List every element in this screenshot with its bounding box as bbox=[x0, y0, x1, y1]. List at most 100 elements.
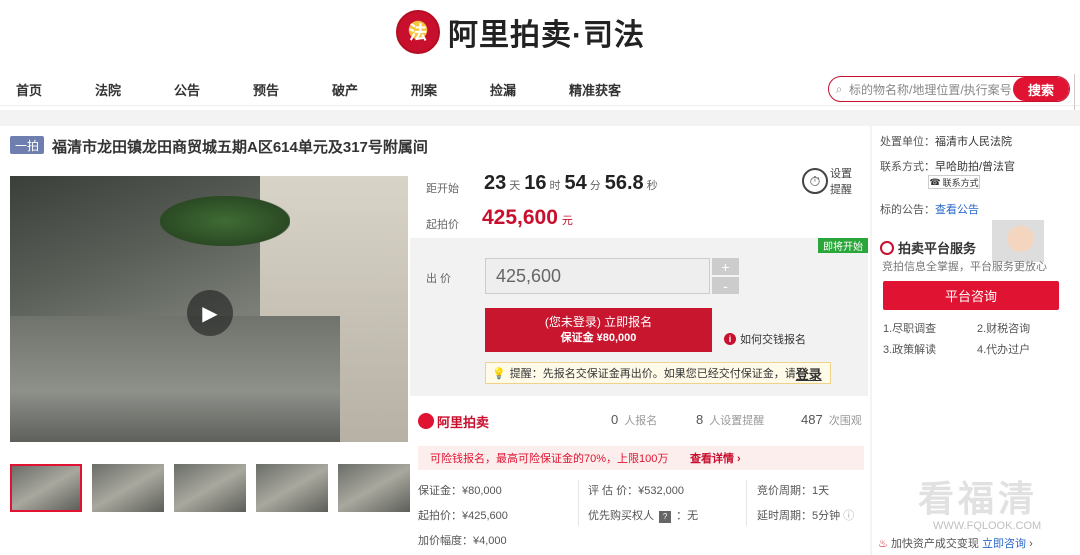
promo-details-link[interactable]: 查看详情 › bbox=[690, 450, 741, 466]
set-reminder-link[interactable]: 设置提醒 bbox=[830, 166, 860, 198]
view-stat: 487 次围观 bbox=[801, 412, 862, 428]
play-icon[interactable]: ▶ bbox=[187, 290, 233, 336]
nav-bargain[interactable]: 捡漏 bbox=[490, 80, 516, 99]
bulb-icon: 💡 bbox=[492, 367, 506, 380]
chevron-right-icon[interactable]: › bbox=[1029, 538, 1033, 550]
thumbnail-3[interactable] bbox=[174, 464, 246, 512]
search-icon: ⌕ bbox=[835, 81, 843, 96]
start-price-detail: 起拍价：¥425,600 bbox=[418, 510, 508, 522]
service-avatar bbox=[992, 220, 1044, 262]
asset-icon: ♨ bbox=[878, 538, 888, 550]
contact-value: 早哈助拍/曾法官 bbox=[935, 161, 1016, 173]
alipaimai-brand: 阿里拍卖 bbox=[418, 412, 489, 431]
contact-info: 联系方式：早哈助拍/曾法官 bbox=[880, 158, 1015, 174]
day-unit: 天 bbox=[509, 180, 521, 192]
priority-buyer-label: 优先购买权人 bbox=[588, 510, 654, 522]
signup-count: 0 bbox=[611, 412, 619, 427]
start-price-label: 起拍价 bbox=[426, 219, 459, 231]
disposal-unit-label: 处置单位： bbox=[880, 136, 935, 148]
alarm-clock-icon[interactable]: ⏱ bbox=[802, 168, 828, 194]
login-link[interactable]: 登录 bbox=[796, 364, 822, 383]
currency-unit: 元 bbox=[561, 215, 573, 227]
nav-court[interactable]: 法院 bbox=[95, 80, 121, 99]
service-logo-icon bbox=[880, 241, 894, 255]
how-to-pay-link[interactable]: i 如何交钱报名 bbox=[724, 331, 806, 347]
scrollbar-edge bbox=[1074, 74, 1080, 110]
search-button[interactable]: 搜索 bbox=[1013, 77, 1069, 101]
remind-count: 8 bbox=[696, 412, 704, 427]
service-item[interactable]: 3.政策解读 bbox=[883, 341, 936, 357]
watermark-url: WWW.FQLOOK.COM bbox=[933, 520, 1042, 532]
delay-period: 延时周期：5分钟 ⓘ bbox=[757, 507, 854, 523]
contact-label: 联系方式： bbox=[880, 161, 935, 173]
remind-stat: 8 人设置提醒 bbox=[696, 412, 764, 428]
watermark: 看福清 bbox=[918, 478, 1039, 519]
consult-button[interactable]: 平台咨询 bbox=[883, 281, 1059, 310]
signup-stat-label: 人报名 bbox=[624, 415, 658, 427]
countdown: 23 天 16 时 54 分 56.8 秒 bbox=[484, 172, 662, 195]
bid-label: 出 价 bbox=[426, 273, 452, 285]
service-item[interactable]: 2.财税咨询 bbox=[977, 320, 1030, 336]
service-item[interactable]: 1.尽职调查 bbox=[883, 320, 936, 336]
service-subtitle: 竞拍信息全掌握，平台服务更放心 bbox=[882, 261, 1047, 273]
countdown-seconds: 56.8 bbox=[604, 172, 644, 194]
tip-text: 提醒：先报名交保证金再出价。如果您已经交付保证金，请 bbox=[509, 368, 796, 380]
start-price-value: 425,600 bbox=[482, 206, 558, 229]
delay-period-label: 延时周期：5分钟 bbox=[757, 510, 841, 522]
service-item[interactable]: 4.代办过户 bbox=[977, 341, 1030, 357]
second-unit: 秒 bbox=[646, 180, 658, 192]
signup-deposit: 保证金 ¥80,000 bbox=[560, 332, 637, 344]
consult-now-link[interactable]: 立即咨询 bbox=[982, 538, 1026, 550]
brand-logo-icon bbox=[418, 413, 434, 429]
nav-preview[interactable]: 预告 bbox=[253, 80, 279, 99]
court-emblem-icon: 法 bbox=[396, 10, 440, 54]
priority-buyer: 优先购买权人 ? ：无 bbox=[588, 507, 698, 523]
auction-info: 距开始 23 天 16 时 54 分 56.8 秒 起拍价 425,600 元 ⏱… bbox=[418, 160, 868, 238]
disposal-unit-value[interactable]: 福清市人民法院 bbox=[935, 136, 1012, 148]
site-logo[interactable]: 法 阿里拍卖·司法 bbox=[396, 6, 676, 58]
nav-home[interactable]: 首页 bbox=[16, 80, 42, 99]
photo-plants bbox=[160, 196, 290, 246]
how-to-pay-label: 如何交钱报名 bbox=[740, 334, 806, 346]
countdown-days: 23 bbox=[484, 172, 507, 194]
search-input[interactable]: 标的物名称/地理位置/执行案号 bbox=[849, 81, 1013, 98]
thumbnail-1[interactable] bbox=[10, 464, 82, 512]
listing-title: 福清市龙田镇龙田商贸城五期A区614单元及317号附属间 bbox=[52, 139, 428, 156]
nav-bankruptcy[interactable]: 破产 bbox=[332, 80, 358, 99]
bottom-cta-text: 加快资产成交变现 bbox=[890, 538, 979, 550]
stats-bar: 阿里拍卖 0 人报名 8 人设置提醒 487 次围观 bbox=[418, 404, 868, 438]
help-icon[interactable]: ? bbox=[659, 511, 672, 523]
increase-bid-button[interactable]: + bbox=[712, 258, 739, 275]
countdown-minutes: 54 bbox=[564, 172, 587, 194]
nav-precise[interactable]: 精准获客 bbox=[569, 80, 621, 99]
question-icon[interactable]: ⓘ bbox=[843, 510, 854, 522]
divider bbox=[578, 480, 579, 526]
nav-criminal[interactable]: 刑案 bbox=[411, 80, 437, 99]
view-count: 487 bbox=[801, 412, 823, 427]
nav-notice[interactable]: 公告 bbox=[174, 80, 200, 99]
decrease-bid-button[interactable]: - bbox=[712, 277, 739, 294]
login-tip: 💡 提醒：先报名交保证金再出价。如果您已经交付保证金，请 登录 bbox=[485, 362, 831, 384]
divider bbox=[746, 480, 747, 526]
bid-input[interactable]: 425,600 bbox=[485, 258, 710, 294]
signup-stat: 0 人报名 bbox=[611, 412, 657, 428]
contact-button-label: 联系方式 bbox=[942, 177, 979, 188]
status-badge: 即将开始 bbox=[818, 238, 868, 253]
minute-unit: 分 bbox=[589, 180, 601, 192]
photo-wall bbox=[10, 316, 340, 442]
thumbnail-5[interactable] bbox=[338, 464, 410, 512]
notice-label: 标的公告： bbox=[880, 204, 935, 216]
service-title-text: 拍卖平台服务 bbox=[898, 241, 977, 256]
logo-text: 阿里拍卖·司法 bbox=[448, 19, 645, 52]
signup-button[interactable]: (您未登录) 立即报名 保证金 ¥80,000 bbox=[485, 308, 712, 352]
signup-label: (您未登录) 立即报名 bbox=[544, 315, 653, 329]
bid-panel: 即将开始 出 价 425,600 + - (您未登录) 立即报名 保证金 ¥80… bbox=[410, 238, 868, 396]
thumbnail-4[interactable] bbox=[256, 464, 328, 512]
bidding-period: 竞价周期：1天 bbox=[757, 485, 830, 497]
priority-buyer-value: ：无 bbox=[676, 510, 699, 522]
view-notice-link[interactable]: 查看公告 bbox=[935, 204, 979, 216]
thumbnail-2[interactable] bbox=[92, 464, 164, 512]
service-title: 拍卖平台服务 bbox=[880, 238, 976, 257]
contact-button[interactable]: ☎ 联系方式 bbox=[928, 175, 980, 189]
auction-round-tag: 一拍 bbox=[10, 136, 44, 154]
